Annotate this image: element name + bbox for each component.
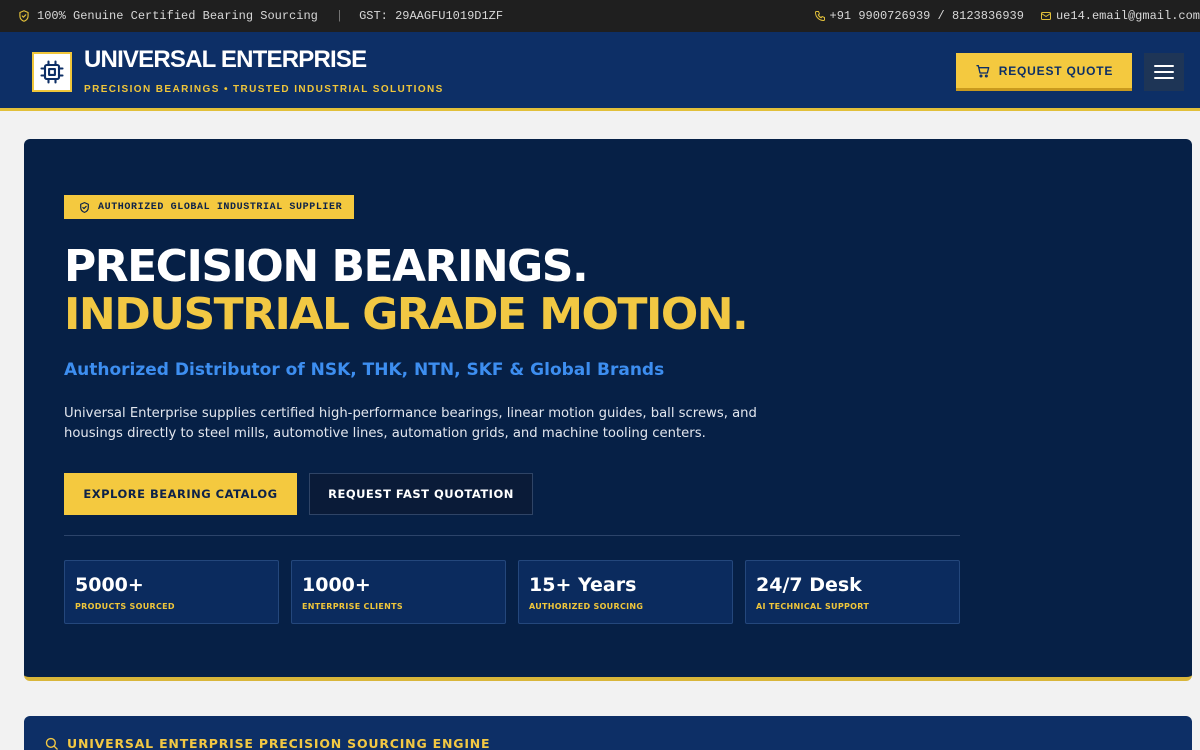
- request-quote-label: REQUEST QUOTE: [998, 63, 1114, 78]
- sourcing-engine-label: UNIVERSAL ENTERPRISE PRECISION SOURCING …: [67, 736, 491, 750]
- hero-divider: [64, 535, 960, 536]
- mail-icon: [1040, 12, 1051, 20]
- logo[interactable]: [32, 52, 72, 92]
- request-quotation-button[interactable]: REQUEST FAST QUOTATION: [309, 473, 533, 515]
- hero-description: Universal Enterprise supplies certified …: [64, 406, 757, 441]
- sourcing-engine-section: UNIVERSAL ENTERPRISE PRECISION SOURCING …: [24, 716, 1192, 750]
- stat-value: 24/7 Desk: [756, 574, 862, 596]
- shield-check-icon: [80, 201, 89, 213]
- stat-card: 1000+ ENTERPRISE CLIENTS: [291, 560, 506, 624]
- hero-headline-line2: INDUSTRIAL GRADE MOTION.: [64, 289, 749, 340]
- email-address: ue14.email@gmail.com: [1055, 9, 1200, 23]
- explore-catalog-button[interactable]: EXPLORE BEARING CATALOG: [64, 473, 297, 515]
- hero-subheadline: Authorized Distributor of NSK, THK, NTN,…: [64, 360, 665, 380]
- certified-text: 100% Genuine Certified Bearing Sourcing: [37, 9, 318, 23]
- stat-card: 24/7 Desk AI TECHNICAL SUPPORT: [745, 560, 960, 624]
- stat-value: 1000+: [302, 574, 371, 596]
- stat-card: 15+ Years AUTHORIZED SOURCING: [518, 560, 733, 624]
- stat-value: 15+ Years: [529, 574, 637, 596]
- email-link[interactable]: ue14.email@gmail.com: [1040, 9, 1200, 23]
- top-info-bar: 100% Genuine Certified Bearing Sourcing …: [0, 0, 1200, 32]
- menu-button[interactable]: [1144, 53, 1184, 91]
- hero-headline-line1: PRECISION BEARINGS.: [64, 241, 589, 292]
- search-icon: [45, 737, 58, 750]
- supplier-badge-label: AUTHORIZED GLOBAL INDUSTRIAL SUPPLIER: [98, 201, 343, 213]
- topbar-right: +91 9900726939 / 8123836939 ue14.email@g…: [814, 0, 1200, 32]
- hero-section: AUTHORIZED GLOBAL INDUSTRIAL SUPPLIER PR…: [24, 139, 1192, 681]
- phone-icon: [814, 11, 825, 21]
- stat-value: 5000+: [75, 574, 144, 596]
- brand-name[interactable]: UNIVERSAL ENTERPRISE: [84, 46, 367, 74]
- stat-card: 5000+ PRODUCTS SOURCED: [64, 560, 279, 624]
- gst-number: GST: 29AAGFU1019D1ZF: [359, 9, 504, 23]
- stat-label: PRODUCTS SOURCED: [75, 602, 175, 611]
- chip-icon: [40, 60, 64, 84]
- brand-tagline: PRECISION BEARINGS • TRUSTED INDUSTRIAL …: [84, 84, 444, 95]
- cart-icon: [976, 64, 990, 78]
- topbar-left: 100% Genuine Certified Bearing Sourcing …: [17, 0, 503, 32]
- stat-label: AI TECHNICAL SUPPORT: [756, 602, 870, 611]
- shield-check-icon: [19, 10, 29, 22]
- phone-number: +91 9900726939 / 8123836939: [829, 9, 1024, 23]
- topbar-separator: |: [335, 9, 344, 23]
- supplier-badge: AUTHORIZED GLOBAL INDUSTRIAL SUPPLIER: [64, 195, 355, 219]
- sourcing-engine-title: UNIVERSAL ENTERPRISE PRECISION SOURCING …: [44, 736, 490, 750]
- stat-label: AUTHORIZED SOURCING: [529, 602, 644, 611]
- stat-label: ENTERPRISE CLIENTS: [302, 602, 403, 611]
- site-header: UNIVERSAL ENTERPRISE PRECISION BEARINGS …: [0, 32, 1200, 111]
- phone-link[interactable]: +91 9900726939 / 8123836939: [814, 9, 1024, 23]
- hamburger-menu-icon: [1154, 65, 1174, 79]
- request-quote-button[interactable]: REQUEST QUOTE: [956, 53, 1132, 91]
